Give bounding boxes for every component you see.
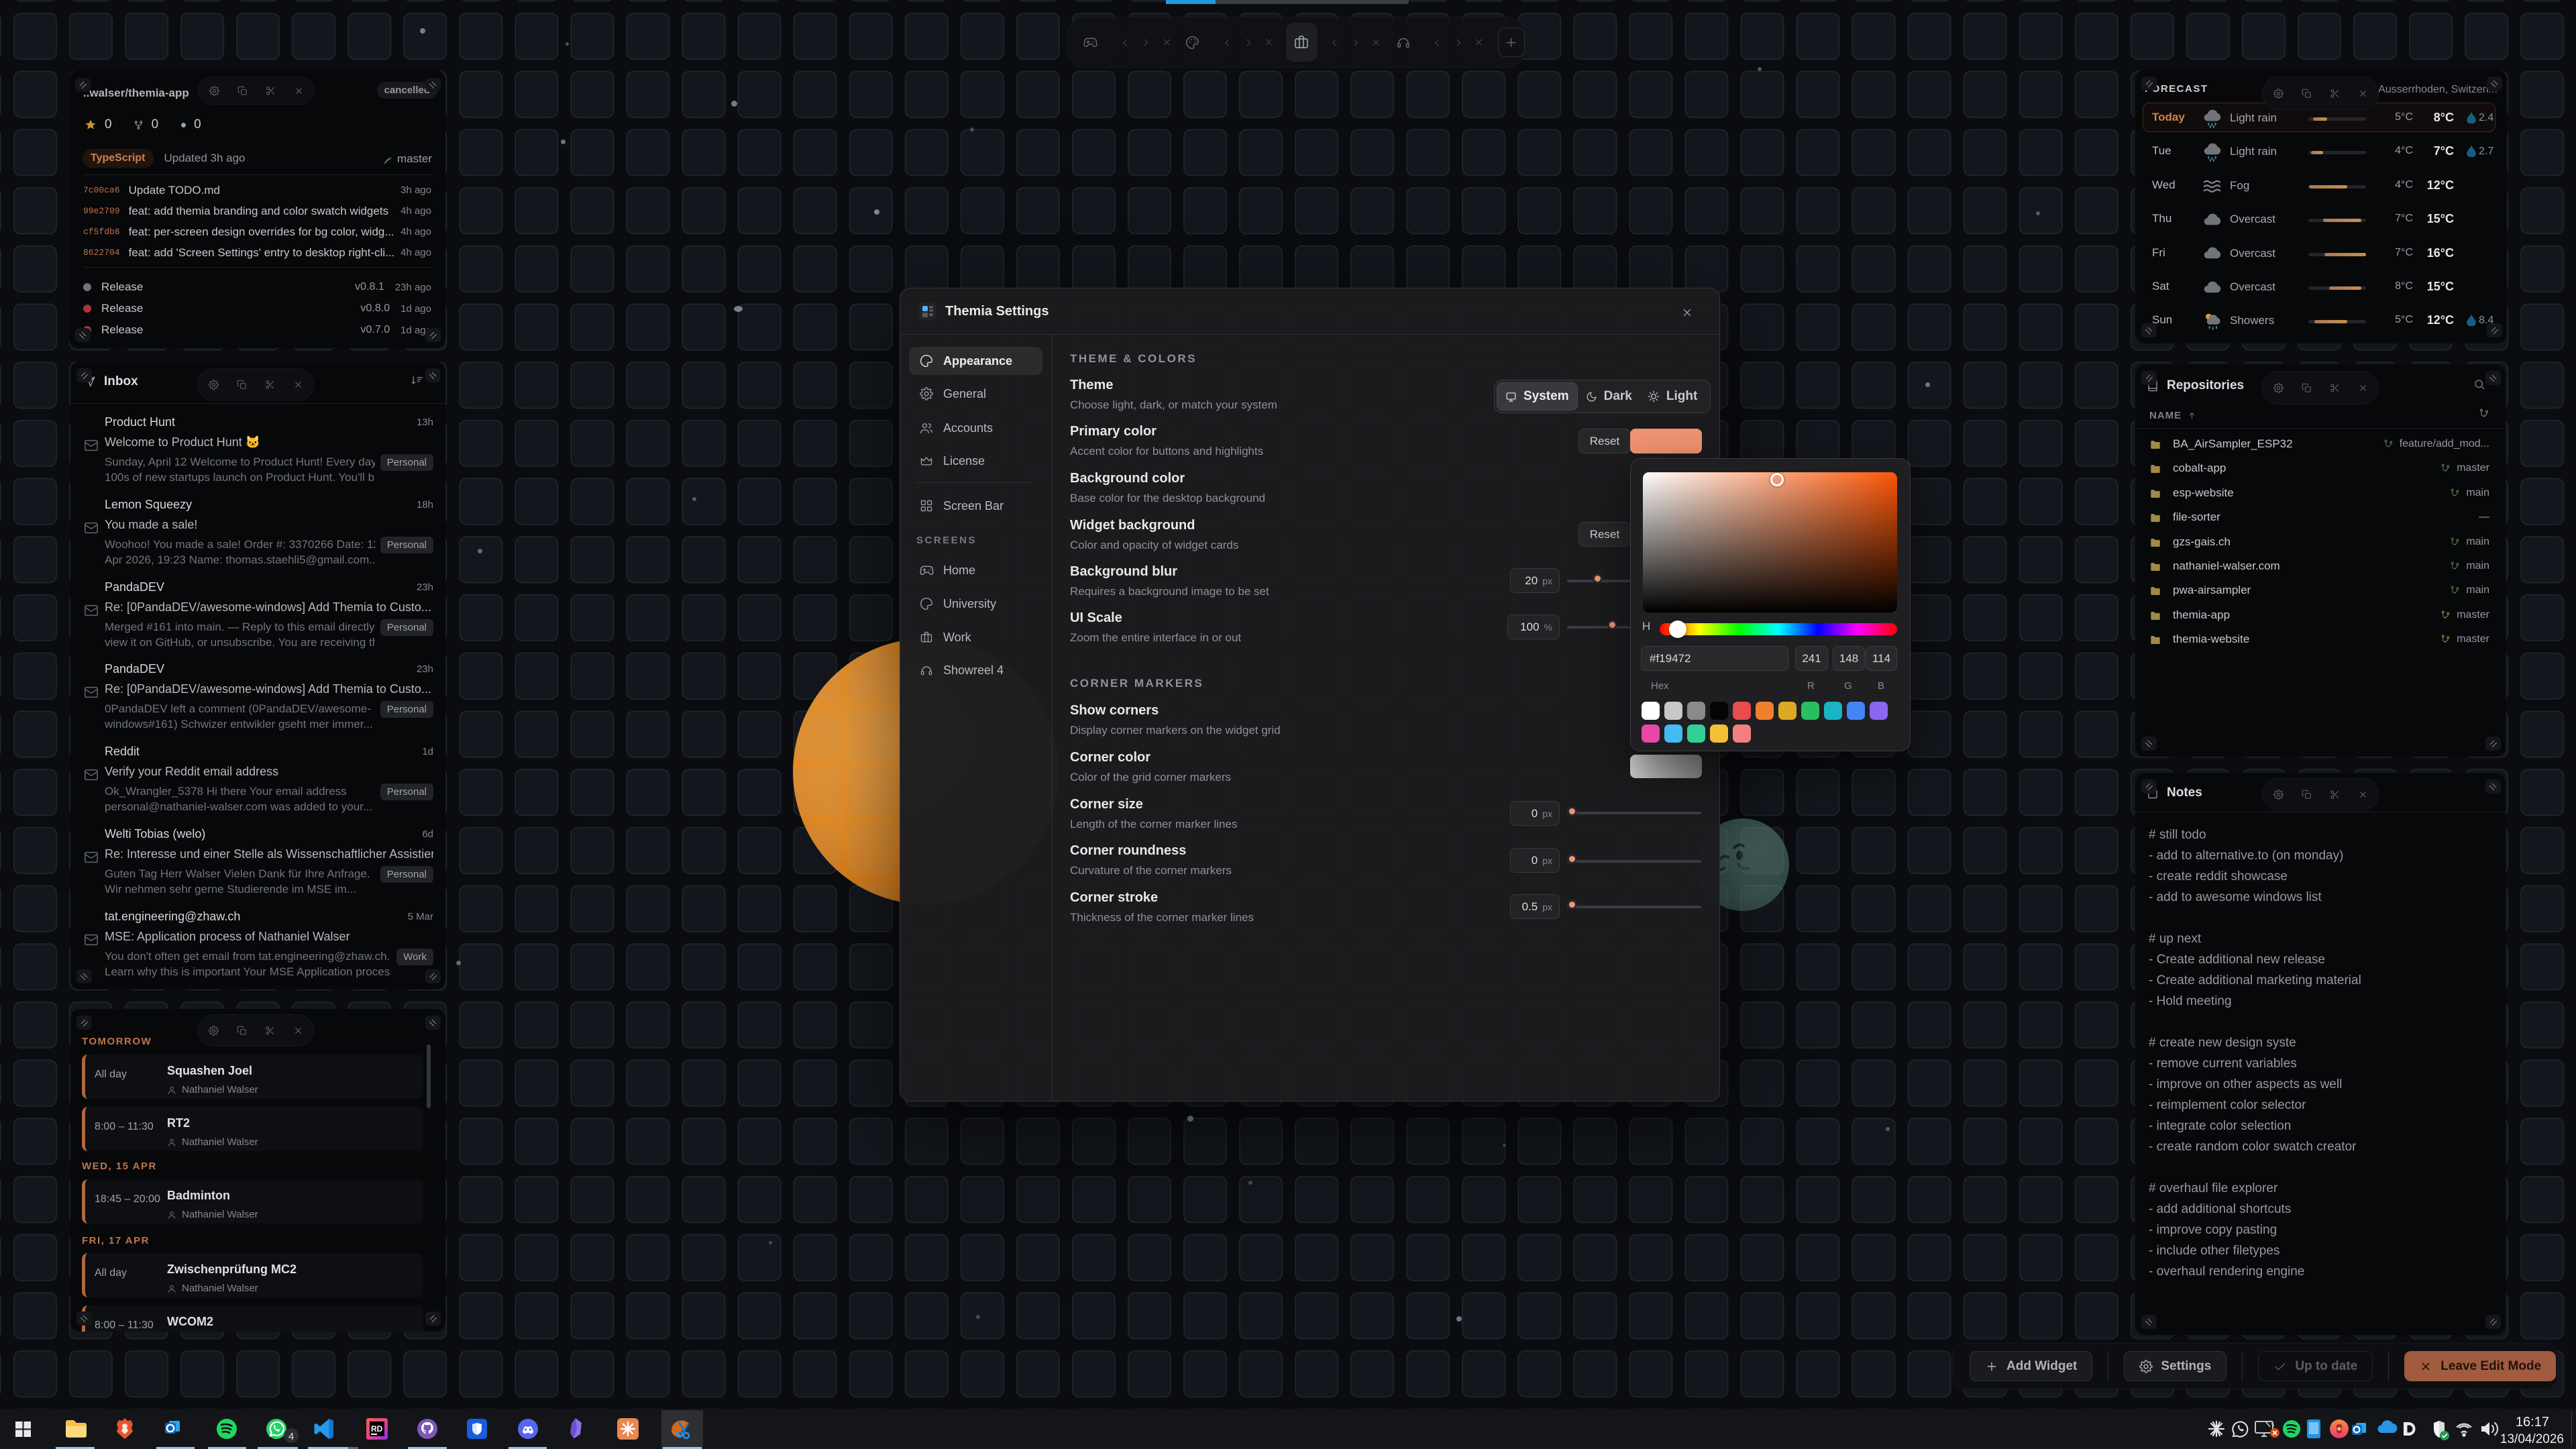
svg-text:13/04/2026: 13/04/2026 — [2500, 1432, 2564, 1446]
svg-text:16:17: 16:17 — [2516, 1415, 2549, 1430]
svg-text:4: 4 — [288, 1431, 294, 1442]
svg-text:RD: RD — [371, 1424, 383, 1434]
